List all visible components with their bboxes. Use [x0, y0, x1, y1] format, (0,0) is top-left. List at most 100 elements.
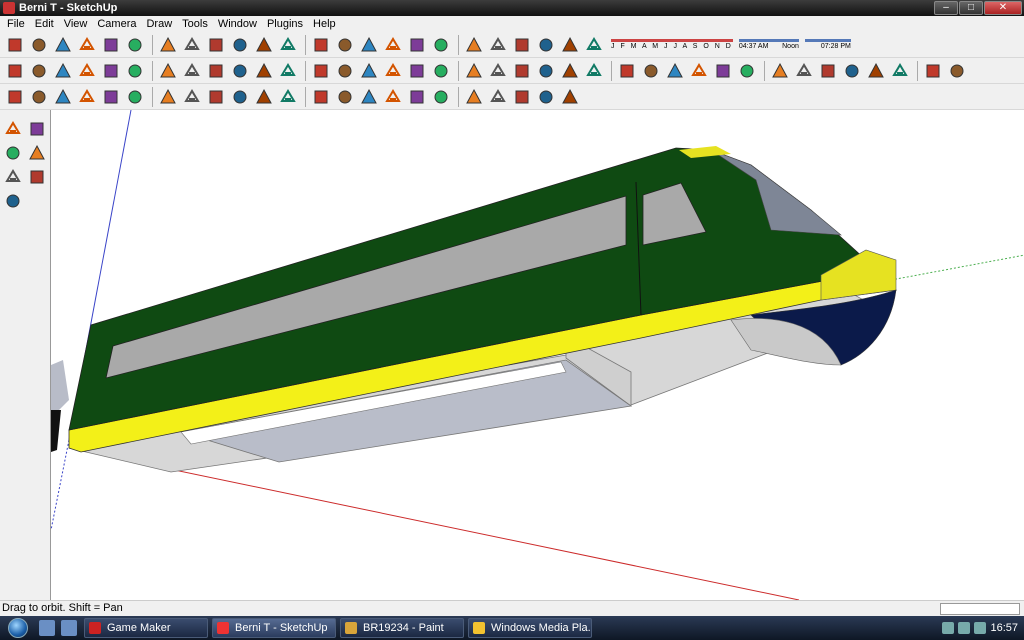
viewport-canvas[interactable] [51, 110, 1024, 600]
rotate-tool-icon[interactable] [100, 86, 122, 108]
pencil-icon[interactable] [28, 34, 50, 56]
model-viewport[interactable] [50, 110, 1024, 600]
measurements-box[interactable] [940, 603, 1020, 615]
menu-edit[interactable]: Edit [30, 18, 59, 30]
follow-me-icon[interactable] [487, 60, 509, 82]
right-view-icon[interactable] [76, 60, 98, 82]
orbit-icon[interactable] [2, 118, 24, 140]
close-button[interactable]: ✕ [984, 1, 1022, 15]
stair-icon[interactable] [535, 86, 557, 108]
sandbox-icon[interactable] [205, 86, 227, 108]
orbit-icon[interactable] [334, 34, 356, 56]
paint-bucket-icon[interactable] [205, 34, 227, 56]
eraser-icon[interactable] [229, 60, 251, 82]
shadow-time-slider[interactable]: 04:37 AM Noon [738, 39, 799, 50]
hidden-line-icon[interactable] [76, 86, 98, 108]
box-icon[interactable] [358, 86, 380, 108]
scale-icon[interactable] [511, 60, 533, 82]
get-models-icon[interactable] [463, 34, 485, 56]
tape-measure-icon[interactable] [181, 34, 203, 56]
zoom-window-icon[interactable] [26, 142, 48, 164]
line-tool-icon[interactable] [124, 86, 146, 108]
push-pull-icon[interactable] [430, 60, 452, 82]
torus-icon[interactable] [511, 86, 533, 108]
network-icon[interactable] [942, 622, 955, 634]
pan-icon[interactable] [358, 34, 380, 56]
wireframe-icon[interactable] [52, 86, 74, 108]
drape-icon[interactable] [277, 86, 299, 108]
make-component-icon[interactable] [124, 34, 146, 56]
zoom-extents-icon[interactable] [406, 34, 428, 56]
polygon-icon[interactable] [358, 60, 380, 82]
security-icon[interactable] [974, 622, 987, 634]
smoove-icon[interactable] [229, 86, 251, 108]
freehand-icon[interactable] [382, 60, 404, 82]
zoom-extents-icon[interactable] [2, 166, 24, 188]
task-media-player[interactable]: Windows Media Pla... [468, 618, 592, 638]
dimension-icon[interactable] [583, 60, 605, 82]
line-icon[interactable] [277, 60, 299, 82]
iso-view-icon[interactable] [4, 60, 26, 82]
eraser-icon[interactable] [157, 34, 179, 56]
minimize-button[interactable]: ‒ [934, 1, 958, 15]
slab-icon[interactable] [487, 86, 509, 108]
zoom-window-icon[interactable] [793, 60, 815, 82]
rectangle-icon[interactable] [253, 60, 275, 82]
previous-icon[interactable] [26, 166, 48, 188]
task-paint[interactable]: BR19234 - Paint [340, 618, 464, 638]
protractor-icon[interactable] [616, 60, 638, 82]
menu-plugins[interactable]: Plugins [262, 18, 308, 30]
arc-icon[interactable] [334, 60, 356, 82]
paint-bucket-icon[interactable] [205, 60, 227, 82]
menu-window[interactable]: Window [213, 18, 262, 30]
rotate-icon[interactable] [463, 60, 485, 82]
orbit-icon[interactable] [712, 60, 734, 82]
tube-icon[interactable] [406, 86, 428, 108]
flip-edge-icon[interactable] [334, 86, 356, 108]
walk-icon[interactable] [922, 60, 944, 82]
cylinder-icon[interactable] [382, 86, 404, 108]
task-game-maker[interactable]: Game Maker [84, 618, 208, 638]
menu-draw[interactable]: Draw [141, 18, 177, 30]
next-view-icon[interactable] [841, 60, 863, 82]
push-pull-icon[interactable] [229, 34, 251, 56]
back-view-icon[interactable] [100, 60, 122, 82]
tape-measure-icon[interactable] [559, 60, 581, 82]
shadow-month-slider[interactable]: J F M A M J J A S O N D [611, 39, 733, 50]
zoom-icon[interactable] [769, 60, 791, 82]
move-icon[interactable] [406, 60, 428, 82]
google-earth-icon[interactable] [430, 34, 452, 56]
position-camera-icon[interactable] [865, 60, 887, 82]
zoom-icon[interactable] [2, 142, 24, 164]
previous-view-icon[interactable] [817, 60, 839, 82]
axes-icon[interactable] [664, 60, 686, 82]
rectangle-icon[interactable] [52, 34, 74, 56]
front-view-icon[interactable] [52, 60, 74, 82]
materials-icon[interactable] [535, 34, 557, 56]
select-icon[interactable] [157, 60, 179, 82]
top-view-icon[interactable] [28, 60, 50, 82]
shadows-icon[interactable] [559, 34, 581, 56]
switch-windows-icon[interactable] [61, 620, 77, 636]
move-icon[interactable] [253, 34, 275, 56]
menu-file[interactable]: File [2, 18, 30, 30]
follow-me-icon[interactable] [310, 34, 332, 56]
pan-icon[interactable] [736, 60, 758, 82]
offset-icon[interactable] [535, 60, 557, 82]
components-icon[interactable] [511, 34, 533, 56]
zoom-all-icon[interactable] [2, 190, 24, 212]
back-edges-icon[interactable] [28, 86, 50, 108]
pan-icon[interactable] [26, 118, 48, 140]
cone-icon[interactable] [430, 86, 452, 108]
look-around-icon[interactable] [889, 60, 911, 82]
fog-icon[interactable] [583, 34, 605, 56]
xray-icon[interactable] [4, 86, 26, 108]
menu-view[interactable]: View [59, 18, 93, 30]
3d-text-icon[interactable] [688, 60, 710, 82]
start-button[interactable] [0, 616, 36, 640]
circle-icon[interactable] [76, 34, 98, 56]
task-sketchup[interactable]: Berni T - SketchUp [212, 618, 336, 638]
dome-icon[interactable] [559, 86, 581, 108]
menu-help[interactable]: Help [308, 18, 341, 30]
circle-icon[interactable] [310, 60, 332, 82]
